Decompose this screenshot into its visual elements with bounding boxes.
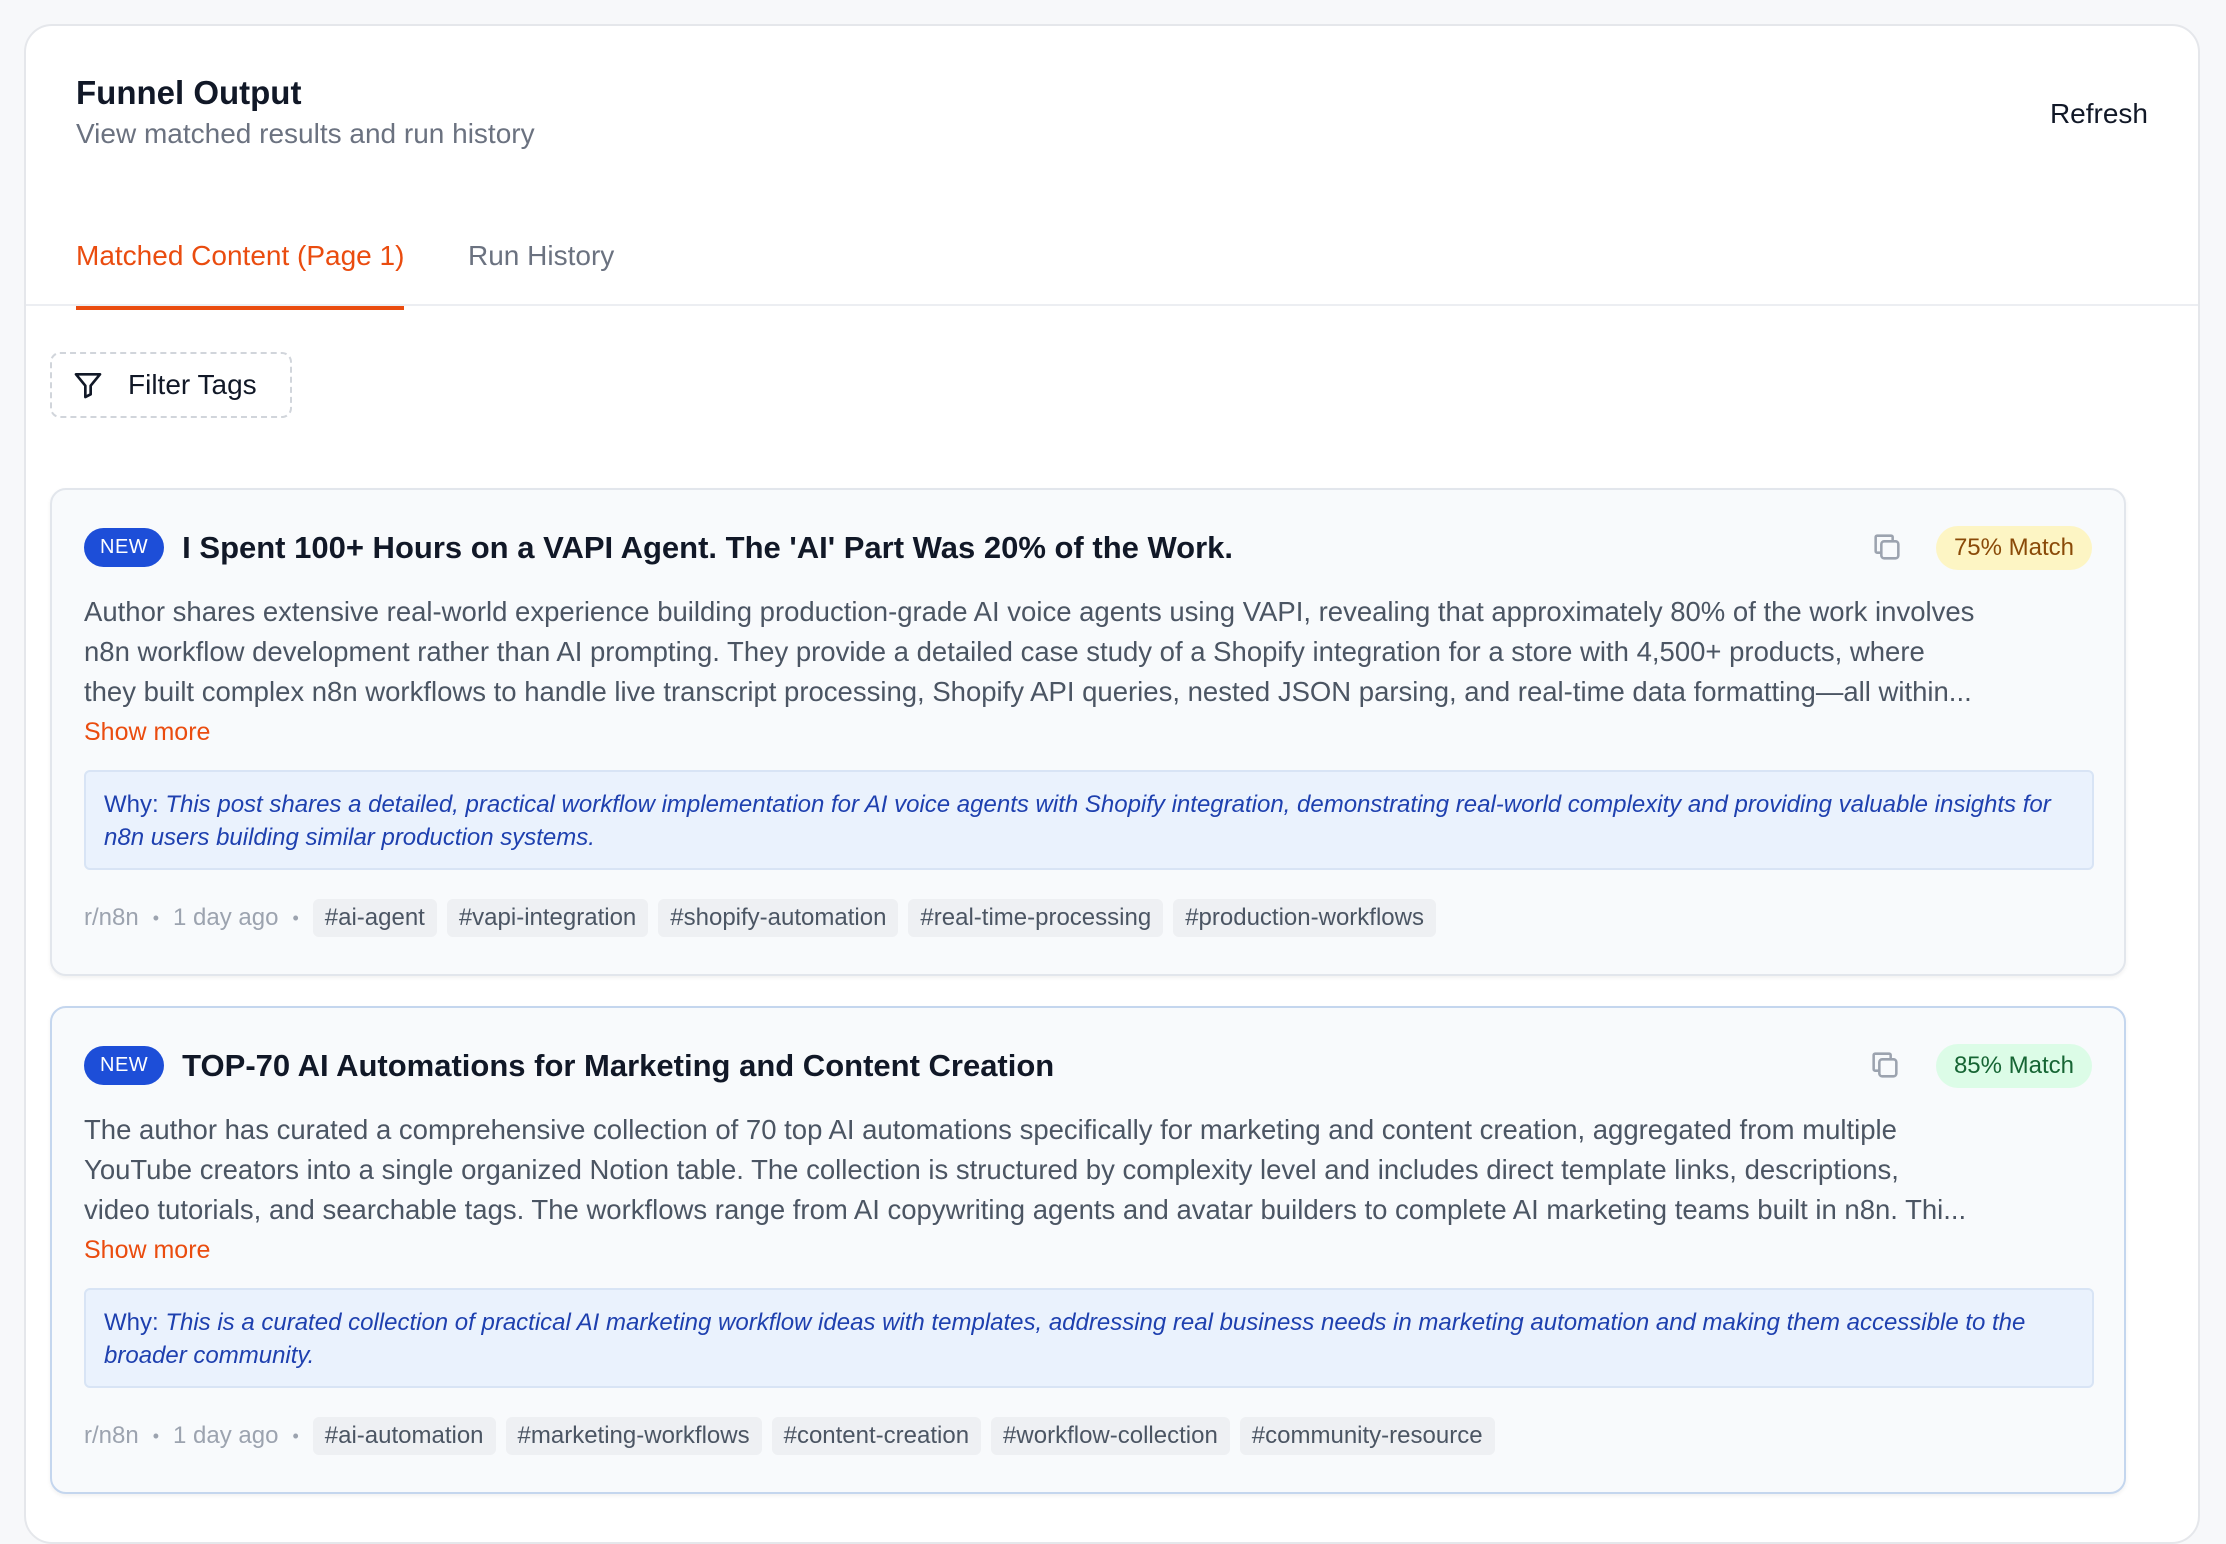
separator-dot: •	[292, 907, 299, 928]
why-box: Why: This is a curated collection of pra…	[84, 1288, 2094, 1388]
page-title: Funnel Output	[76, 74, 302, 111]
description-line: video tutorials, and searchable tags. Th…	[84, 1194, 1967, 1225]
new-badge: NEW	[84, 528, 165, 567]
source-label[interactable]: r/n8n	[84, 904, 139, 932]
show-more-link[interactable]: Show more	[84, 718, 210, 747]
separator-dot: •	[152, 1425, 160, 1446]
tab-matched-content[interactable]: Matched Content (Page 1)	[76, 236, 405, 310]
copy-icon[interactable]	[1868, 1048, 1902, 1082]
card-meta: r/n8n • 1 day ago • #ai-agent #vapi-inte…	[84, 898, 1446, 938]
card-description: The author has curated a comprehensive c…	[84, 1110, 2094, 1230]
content-card: NEW TOP-70 AI Automations for Marketing …	[50, 1006, 2126, 1494]
match-score-badge: 85% Match	[1935, 1044, 2092, 1088]
match-score-badge: 75% Match	[1935, 526, 2092, 570]
card-header: NEW TOP-70 AI Automations for Marketing …	[84, 1046, 1054, 1085]
copy-icon[interactable]	[1870, 530, 1904, 564]
card-title[interactable]: TOP-70 AI Automations for Marketing and …	[182, 1048, 1054, 1084]
tag-chip[interactable]: #vapi-integration	[446, 899, 649, 937]
tag-chip[interactable]: #workflow-collection	[991, 1417, 1230, 1455]
filter-tags-label: Filter Tags	[128, 369, 257, 400]
card-title[interactable]: I Spent 100+ Hours on a VAPI Agent. The …	[182, 530, 1233, 566]
tab-run-history[interactable]: Run History	[468, 236, 614, 306]
page-subtitle: View matched results and run history	[76, 118, 535, 149]
card-header: NEW I Spent 100+ Hours on a VAPI Agent. …	[84, 528, 1233, 567]
description-line: n8n workflow development rather than AI …	[84, 636, 1925, 667]
tag-chip[interactable]: #marketing-workflows	[505, 1417, 762, 1455]
content-card: NEW I Spent 100+ Hours on a VAPI Agent. …	[50, 488, 2126, 976]
tab-bar: Matched Content (Page 1) Run History	[26, 206, 2198, 310]
why-label: Why:	[104, 1309, 159, 1336]
show-more-link[interactable]: Show more	[84, 1236, 210, 1265]
card-description: Author shares extensive real-world exper…	[84, 592, 2094, 712]
filter-icon	[74, 373, 102, 399]
time-label: 1 day ago	[173, 1422, 279, 1449]
why-text: This post shares a detailed, practical w…	[104, 791, 2051, 851]
separator-dot: •	[292, 1425, 299, 1446]
filter-tags-button[interactable]: Filter Tags	[50, 352, 292, 418]
new-badge: NEW	[84, 1046, 165, 1085]
refresh-button[interactable]: Refresh	[2050, 98, 2148, 130]
tag-chip[interactable]: #shopify-automation	[658, 899, 899, 937]
tag-chip[interactable]: #production-workflows	[1173, 899, 1436, 937]
description-line: Author shares extensive real-world exper…	[84, 596, 1975, 627]
time-label: 1 day ago	[173, 904, 279, 931]
card-meta: r/n8n • 1 day ago • #ai-automation #mark…	[84, 1416, 1505, 1456]
tag-chip[interactable]: #content-creation	[771, 1417, 982, 1455]
why-label: Why:	[104, 791, 159, 818]
why-text: This is a curated collection of practica…	[104, 1309, 2026, 1369]
description-line: The author has curated a comprehensive c…	[84, 1114, 1897, 1145]
separator-dot: •	[152, 907, 160, 928]
why-box: Why: This post shares a detailed, practi…	[84, 770, 2094, 870]
tag-chip[interactable]: #ai-automation	[312, 1417, 496, 1455]
tag-chip[interactable]: #real-time-processing	[908, 899, 1164, 937]
tag-chip[interactable]: #ai-agent	[312, 899, 437, 937]
header: Funnel Output View matched results and r…	[76, 70, 535, 152]
description-line: they built complex n8n workflows to hand…	[84, 676, 1972, 707]
description-line: YouTube creators into a single organized…	[84, 1154, 1899, 1185]
tag-chip[interactable]: #community-resource	[1239, 1417, 1495, 1455]
source-label[interactable]: r/n8n	[84, 1422, 139, 1450]
